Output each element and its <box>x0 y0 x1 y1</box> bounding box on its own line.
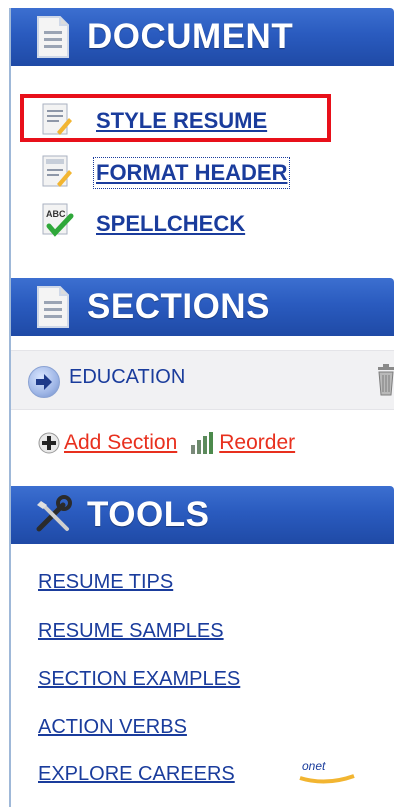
action-verbs-link[interactable]: ACTION VERBS <box>38 716 187 739</box>
explore-careers-link[interactable]: EXPLORE CAREERS <box>38 763 235 786</box>
svg-text:onet: onet <box>302 759 326 773</box>
add-plus-icon[interactable] <box>38 432 60 454</box>
section-label-education[interactable]: EDUCATION <box>69 366 185 389</box>
section-row-education[interactable]: EDUCATION <box>11 350 394 410</box>
spellcheck-link[interactable]: SPELLCHECK <box>96 211 245 237</box>
reorder-link[interactable]: Reorder <box>219 431 295 455</box>
add-section-link[interactable]: Add Section <box>64 431 177 455</box>
tools-title: TOOLS <box>87 495 210 534</box>
sections-header: SECTIONS <box>11 278 394 336</box>
format-header-link[interactable]: FORMAT HEADER <box>92 157 291 189</box>
tools-header: TOOLS <box>11 486 394 544</box>
resume-tips-link[interactable]: RESUME TIPS <box>38 571 173 594</box>
svg-text:ABC: ABC <box>46 209 66 219</box>
section-actions: Add Section Reorder <box>38 428 295 458</box>
tools-icon <box>33 493 73 537</box>
sidebar-panel: DOCUMENT STYLE RESUME FORMAT HEADER ABC … <box>9 8 394 807</box>
resume-samples-link[interactable]: RESUME SAMPLES <box>38 620 224 643</box>
section-examples-link[interactable]: SECTION EXAMPLES <box>38 668 240 691</box>
style-resume-link[interactable]: STYLE RESUME <box>96 108 267 134</box>
sections-icon <box>33 285 73 329</box>
reorder-icon <box>189 431 215 455</box>
document-header: DOCUMENT <box>11 8 394 66</box>
spellcheck-icon: ABC <box>41 202 75 238</box>
arrow-right-icon[interactable] <box>28 366 60 398</box>
format-header-icon <box>41 154 75 190</box>
style-resume-icon <box>41 102 75 138</box>
sections-title: SECTIONS <box>87 287 270 326</box>
document-icon <box>33 15 73 59</box>
document-title: DOCUMENT <box>87 17 294 56</box>
trash-icon[interactable] <box>375 363 394 397</box>
onet-logo: onet <box>296 756 358 786</box>
